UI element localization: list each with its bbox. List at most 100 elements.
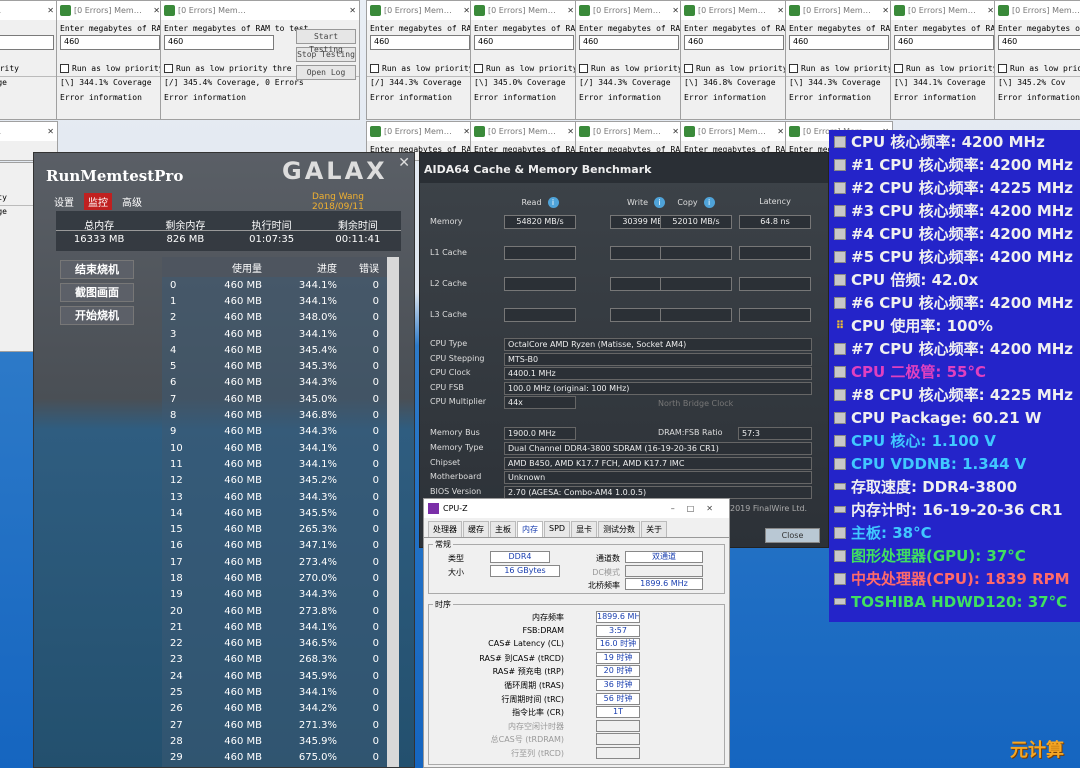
benchmark-cell — [739, 277, 811, 291]
timing-label: RAS# 预充电 (tRP) — [492, 667, 564, 677]
low-priority-checkbox[interactable]: Run as low priority — [471, 64, 577, 73]
low-priority-checkbox[interactable]: ow priority — [0, 64, 57, 73]
checkbox-icon[interactable] — [60, 64, 69, 73]
start-testing-button[interactable]: Start Testing — [296, 29, 356, 54]
low-priority-checkbox[interactable]: Run as low priority — [995, 64, 1080, 73]
low-priority-checkbox[interactable]: Run as low priority — [367, 64, 473, 73]
tab-7[interactable]: 关于 — [641, 521, 668, 537]
coverage-status: [\] 346.8% Coverage — [681, 76, 787, 88]
close-icon[interactable]: ✕ — [668, 6, 679, 15]
tab-settings[interactable]: 设置 — [50, 193, 78, 210]
megabytes-input[interactable]: 460 — [370, 35, 470, 50]
memtest-window: [0 Errors] Mem… ✕ Enter megabytes of RAM t… — [160, 0, 360, 120]
low-priority-checkbox[interactable]: Run as low priority — [681, 64, 787, 73]
memtest-titlebar: [0 Errors] Mem… ✕ — [367, 122, 473, 141]
megabytes-input[interactable]: 460 — [894, 35, 994, 50]
megabytes-input[interactable]: 460 — [998, 35, 1080, 50]
megabytes-input[interactable]: 460 — [474, 35, 574, 50]
checkbox-icon[interactable] — [998, 64, 1007, 73]
tab-5[interactable]: 显卡 — [571, 521, 598, 537]
stop-testing-button[interactable]: Stop Testing — [296, 47, 356, 62]
thread-index: 13 — [170, 491, 183, 503]
size-value: 16 GBytes — [490, 565, 560, 577]
checkbox-icon[interactable] — [474, 64, 483, 73]
summary-panel: 总内存 剩余内存 执行时间 剩余时间 16333 MB 826 MB 01:07… — [56, 211, 401, 251]
error-information-label: Error information — [894, 93, 976, 102]
osd-text: #5 CPU 核心频率: 4200 MHz — [851, 248, 1074, 266]
error-information-label: Error information — [370, 93, 452, 102]
memory-used: 460 MB — [224, 426, 262, 438]
start-burnin-button[interactable]: 开始烧机 — [60, 306, 134, 325]
disk-icon — [834, 598, 846, 605]
tab-3[interactable]: 内存 — [517, 521, 543, 537]
info-icon[interactable]: i — [547, 197, 559, 208]
stop-burnin-button[interactable]: 结束烧机 — [60, 260, 134, 279]
megabytes-input[interactable]: 460 — [164, 35, 274, 50]
checkbox-icon[interactable] — [164, 64, 173, 73]
table-row: 24 460 MB 345.9% 0 — [162, 668, 397, 684]
info-icon[interactable]: i — [703, 197, 715, 208]
tab-advanced[interactable]: 高级 — [118, 193, 146, 210]
close-icon[interactable]: ✕ — [398, 155, 410, 171]
open-log-button[interactable]: Open Log — [296, 65, 356, 80]
screenshot-button[interactable]: 截图画面 — [60, 283, 134, 302]
low-priority-checkbox[interactable]: Run as low priority — [57, 64, 163, 73]
checkbox-icon[interactable] — [370, 64, 379, 73]
low-priority-label: Run as low priority thre — [176, 64, 292, 73]
megabytes-input[interactable]: 460 — [789, 35, 889, 50]
close-icon[interactable]: ✕ — [668, 127, 679, 136]
osd-text: 内存计时: 16-19-20-36 CR1 — [851, 501, 1063, 519]
osd-text: 存取速度: DDR4-3800 — [851, 478, 1018, 496]
close-icon[interactable]: ✕ — [878, 6, 889, 15]
thread-index: 6 — [170, 377, 177, 389]
errors: 0 — [372, 670, 379, 682]
column-header-label: Read — [521, 198, 542, 207]
error-information-label: Error information — [998, 93, 1080, 102]
megabytes-input[interactable]: 460 — [579, 35, 679, 50]
table-row: 12 460 MB 345.2% 0 — [162, 473, 397, 489]
low-priority-label: Run as low priority — [72, 64, 163, 73]
memtest-prompt: Enter megabytes of RA — [894, 24, 996, 33]
osd-row: #7 CPU 核心频率: 4200 MHz — [829, 337, 1080, 360]
close-icon[interactable]: ✕ — [43, 127, 54, 136]
low-priority-checkbox[interactable]: Run as low priority — [786, 64, 892, 73]
checkbox-icon[interactable] — [684, 64, 693, 73]
window-controls[interactable]: –□✕ — [671, 504, 725, 513]
close-icon[interactable]: ✕ — [983, 6, 994, 15]
low-priority-checkbox[interactable]: Run as low priority — [576, 64, 682, 73]
tab-1[interactable]: 缓存 — [463, 521, 489, 537]
checkbox-icon[interactable] — [789, 64, 798, 73]
tab-2[interactable]: 主板 — [490, 521, 516, 537]
megabytes-input[interactable]: 460 — [0, 35, 54, 50]
coverage-status: [\] 345.2% Cov — [995, 76, 1080, 88]
close-icon[interactable]: ✕ — [773, 127, 784, 136]
memory-used: 460 MB — [224, 377, 262, 389]
tab-0[interactable]: 处理器 — [428, 521, 462, 537]
close-icon[interactable]: ✕ — [459, 6, 470, 15]
nb-clock-label: North Bridge Clock — [658, 399, 734, 408]
tab-6[interactable]: 测试分数 — [598, 521, 641, 537]
progress: 345.5% — [298, 507, 337, 519]
table-row: 19 460 MB 344.3% 0 — [162, 587, 397, 603]
close-icon[interactable]: ✕ — [563, 127, 574, 136]
close-icon[interactable]: ✕ — [43, 6, 54, 15]
tab-4[interactable]: SPD — [544, 521, 571, 537]
checkbox-icon[interactable] — [894, 64, 903, 73]
grid-scrollbar[interactable] — [387, 257, 399, 767]
memtest-title: [0 Errors] Mem… — [488, 127, 556, 136]
close-icon[interactable]: ✕ — [773, 6, 784, 15]
channels-label: 通道数 — [596, 554, 620, 563]
close-icon[interactable]: ✕ — [459, 127, 470, 136]
close-icon[interactable]: ✕ — [563, 6, 574, 15]
close-button[interactable]: Close — [765, 528, 820, 543]
runmemtest-title: RunMemtestPro — [46, 167, 184, 185]
low-priority-checkbox[interactable]: Run as low priority — [891, 64, 997, 73]
close-icon[interactable]: ✕ — [345, 6, 356, 15]
megabytes-input[interactable]: 460 — [684, 35, 784, 50]
close-icon[interactable]: ✕ — [149, 6, 160, 15]
tab-monitor[interactable]: 监控 — [84, 193, 112, 210]
checkbox-icon[interactable] — [579, 64, 588, 73]
megabytes-input[interactable]: 460 — [60, 35, 160, 50]
thread-index: 0 — [170, 279, 177, 291]
errors: 0 — [372, 361, 379, 373]
